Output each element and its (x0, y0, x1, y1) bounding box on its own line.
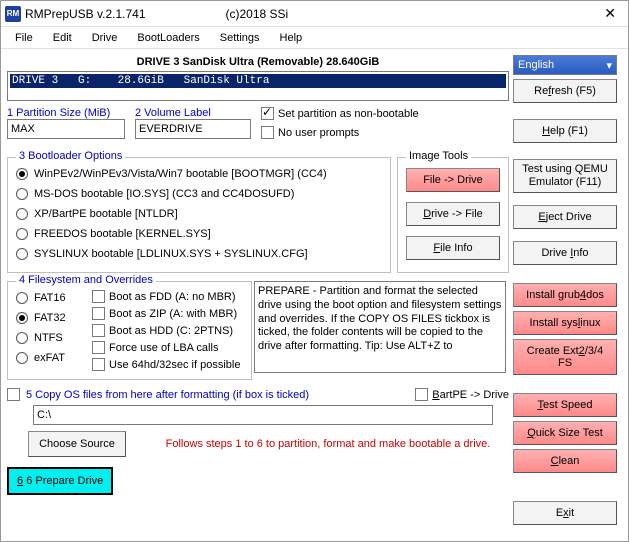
clean-button[interactable]: Clean (513, 449, 617, 473)
prepare-drive-button[interactable]: 6 6 Prepare Drive (7, 467, 113, 495)
qemu-button[interactable]: Test using QEMU Emulator (F11) (513, 159, 617, 193)
bootloader-fieldset: 3 Bootloader Options WinPEv2/WinPEv3/Vis… (7, 157, 391, 273)
prepare-textarea[interactable]: PREPARE - Partition and format the selec… (254, 281, 506, 373)
nouser-checkbox[interactable] (261, 126, 274, 139)
fs-legend: 4 Filesystem and Overrides (16, 274, 156, 286)
fat32-radio[interactable] (16, 312, 28, 324)
file-info-button[interactable]: File Info (406, 236, 500, 260)
boot-opt5-label: SYSLINUX bootable [LDLINUX.SYS + SYSLINU… (34, 248, 308, 260)
language-select[interactable]: English▾ (513, 55, 617, 75)
zip-checkbox[interactable] (92, 307, 105, 320)
exfat-radio[interactable] (16, 352, 28, 364)
ext-button[interactable]: Create Ext2/3/4 FS (513, 339, 617, 375)
app-icon: RM (5, 6, 21, 22)
close-icon[interactable]: ✕ (596, 5, 624, 22)
bartpe-checkbox[interactable] (415, 388, 428, 401)
hdd-checkbox[interactable] (92, 324, 105, 337)
boot-opt1-label: WinPEv2/WinPEv3/Vista/Win7 bootable [BOO… (34, 168, 327, 180)
menu-bootloaders[interactable]: BootLoaders (127, 30, 209, 46)
lba-checkbox[interactable] (92, 341, 105, 354)
menu-drive[interactable]: Drive (82, 30, 128, 46)
drive-row[interactable]: DRIVE 3 G: 28.6GiB SanDisk Ultra (10, 74, 506, 88)
copyos-label: 5 Copy OS files from here after formatti… (26, 389, 309, 401)
copyos-checkbox[interactable] (7, 388, 20, 401)
choose-source-button[interactable]: Choose Source (28, 431, 126, 457)
menu-edit[interactable]: Edit (43, 30, 82, 46)
ntfs-radio[interactable] (16, 332, 28, 344)
quicksize-button[interactable]: Quick Size Test (513, 421, 617, 445)
help-button[interactable]: Help (F1) (513, 119, 617, 143)
drive-title: DRIVE 3 SanDisk Ultra (Removable) 28.640… (7, 53, 509, 71)
drive-list[interactable]: DRIVE 3 G: 28.6GiB SanDisk Ultra (7, 71, 509, 101)
nonboot-label: Set partition as non-bootable (278, 108, 419, 120)
titlebar: RM RMPrepUSB v.2.1.741 (c)2018 SSi ✕ (1, 1, 628, 27)
boot-opt4-radio[interactable] (16, 228, 28, 240)
boot-opt5-radio[interactable] (16, 248, 28, 260)
partition-size-label: 1 Partition Size (MiB) (7, 107, 127, 119)
exit-button[interactable]: Exit (513, 501, 617, 525)
fat16-radio[interactable] (16, 292, 28, 304)
source-path-input[interactable] (33, 405, 493, 425)
boot-opt3-radio[interactable] (16, 208, 28, 220)
refresh-button[interactable]: Refresh (F5) (513, 79, 617, 103)
menubar: File Edit Drive BootLoaders Settings Hel… (1, 27, 628, 49)
grub-button[interactable]: Install grub4dos (513, 283, 617, 307)
nonboot-checkbox[interactable] (261, 107, 274, 120)
chevron-down-icon: ▾ (606, 59, 612, 72)
drive-to-file-button[interactable]: Drive -> File (406, 202, 500, 226)
boot-opt4-label: FREEDOS bootable [KERNEL.SYS] (34, 228, 211, 240)
volume-label-label: 2 Volume Label (135, 107, 253, 119)
testspeed-button[interactable]: Test Speed (513, 393, 617, 417)
image-tools-legend: Image Tools (406, 150, 471, 162)
s64-checkbox[interactable] (92, 358, 105, 371)
bartpe-label: BartPE -> Drive (432, 389, 509, 401)
menu-help[interactable]: Help (270, 30, 313, 46)
partition-size-input[interactable] (7, 119, 125, 139)
nouser-label: No user prompts (278, 127, 359, 139)
eject-button[interactable]: Eject Drive (513, 205, 617, 229)
filesystem-fieldset: 4 Filesystem and Overrides FAT16 FAT32 N… (7, 281, 252, 380)
boot-opt2-label: MS-DOS bootable [IO.SYS] (CC3 and CC4DOS… (34, 188, 294, 200)
file-to-drive-button[interactable]: File -> Drive (406, 168, 500, 192)
boot-opt3-label: XP/BartPE bootable [NTLDR] (34, 208, 178, 220)
instructions-text: Follows steps 1 to 6 to partition, forma… (147, 435, 509, 453)
volume-label-input[interactable] (135, 119, 251, 139)
fdd-checkbox[interactable] (92, 290, 105, 303)
syslinux-button[interactable]: Install syslinux (513, 311, 617, 335)
boot-opt1-radio[interactable] (16, 168, 28, 180)
app-title: RMPrepUSB v.2.1.741 (25, 7, 146, 21)
menu-file[interactable]: File (5, 30, 43, 46)
boot-opt2-radio[interactable] (16, 188, 28, 200)
bootloader-legend: 3 Bootloader Options (16, 150, 125, 162)
menu-settings[interactable]: Settings (210, 30, 270, 46)
image-tools-fieldset: Image Tools File -> Drive Drive -> File … (397, 157, 509, 273)
drive-info-button[interactable]: Drive Info (513, 241, 617, 265)
copyright: (c)2018 SSi (226, 7, 289, 21)
